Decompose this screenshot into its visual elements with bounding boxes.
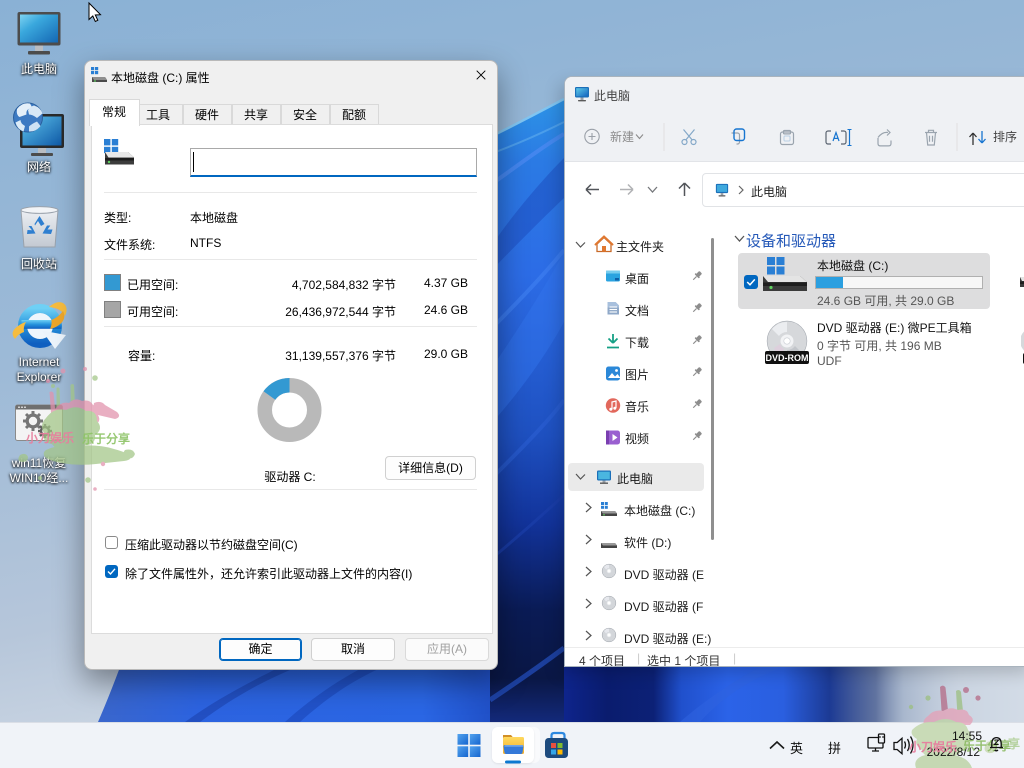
svg-text:小刀娱乐: 小刀娱乐 [909, 739, 957, 754]
svg-text:乐于分享: 乐于分享 [82, 431, 130, 446]
svg-text:乐于分享: 乐于分享 [963, 738, 1011, 753]
svg-text:享: 享 [1008, 736, 1020, 751]
svg-text:小刀娱乐: 小刀娱乐 [26, 430, 74, 445]
